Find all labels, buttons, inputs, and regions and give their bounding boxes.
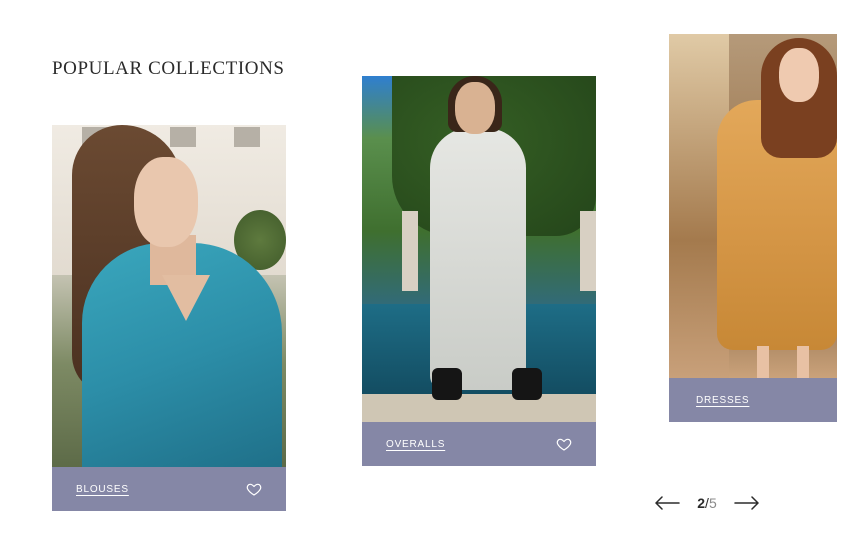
card-footer: DRESSES (669, 378, 837, 422)
collection-link[interactable]: BLOUSES (76, 484, 129, 495)
arrow-left-icon[interactable] (654, 495, 680, 511)
carousel-pagination: 2/5 (654, 495, 760, 511)
card-footer: BLOUSES (52, 467, 286, 511)
page-title: POPULAR COLLECTIONS (52, 58, 285, 79)
collection-card-dresses[interactable]: DRESSES (669, 34, 837, 422)
collection-card-blouses[interactable]: BLOUSES (52, 125, 286, 511)
collection-link[interactable]: OVERALLS (386, 439, 445, 450)
overalls-photo[interactable] (362, 76, 596, 422)
arrow-right-icon[interactable] (734, 495, 760, 511)
collection-card-overalls[interactable]: OVERALLS (362, 76, 596, 466)
heart-icon[interactable] (246, 481, 262, 497)
slide-counter: 2/5 (694, 495, 720, 511)
card-footer: OVERALLS (362, 422, 596, 466)
current-slide: 2 (697, 495, 706, 511)
blouses-photo[interactable] (52, 125, 286, 467)
heart-icon[interactable] (556, 436, 572, 452)
dresses-photo[interactable] (669, 34, 837, 378)
collection-link[interactable]: DRESSES (696, 395, 749, 406)
total-slides: 5 (708, 495, 717, 511)
